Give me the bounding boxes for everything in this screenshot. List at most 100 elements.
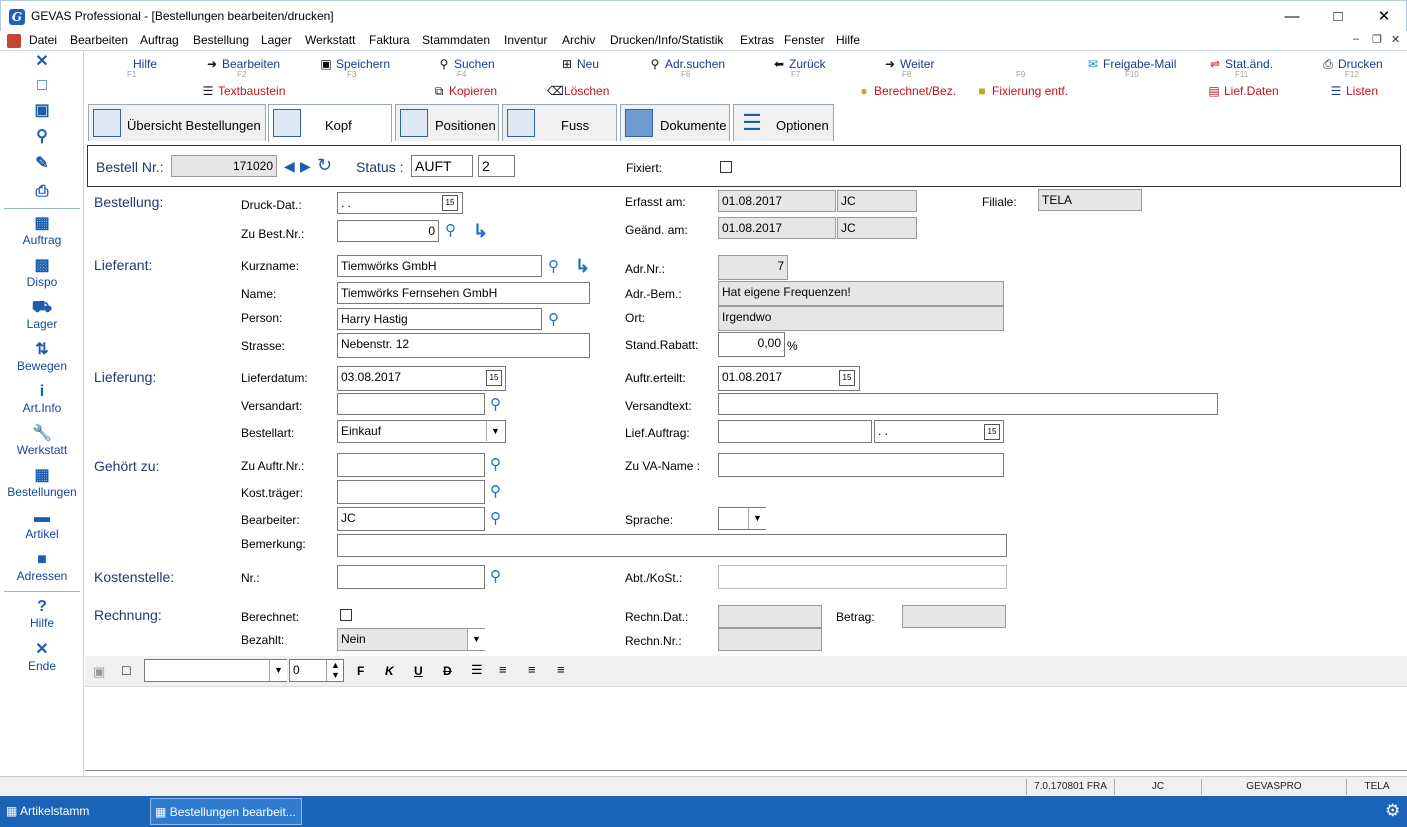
toolbar-loeschen[interactable]: ⌫Löschen xyxy=(547,84,609,98)
toolbar-listen[interactable]: ☰ Listen xyxy=(1329,84,1378,98)
menu-stammdaten[interactable]: Stammdaten xyxy=(422,33,490,47)
toolbar-adr-suchen[interactable]: ⚲ Adr.suchen xyxy=(648,57,725,71)
toolbar-berechnet-bez[interactable]: ● Berechnet/Bez. xyxy=(857,84,956,98)
fixiert-checkbox[interactable] xyxy=(720,161,732,173)
strasse-field[interactable]: Nebenstr. 12 xyxy=(337,333,590,358)
search-icon[interactable]: ⚲ xyxy=(490,456,508,474)
italic-button[interactable]: K xyxy=(385,664,394,678)
search-icon[interactable]: ⚲ xyxy=(548,258,566,276)
toolbar-bearbeiten[interactable]: ➜ Bearbeiten xyxy=(205,57,280,71)
toolbar-hilfe[interactable]: Hilfe xyxy=(133,57,157,71)
close-button[interactable]: ✕ xyxy=(1361,1,1407,32)
tab-kopf[interactable]: Kopf xyxy=(268,104,392,142)
zu-va-name-field[interactable] xyxy=(718,453,1004,477)
mdi-close-icon[interactable]: ✕ xyxy=(1391,33,1400,46)
stand-rabatt-field[interactable]: 0,00 xyxy=(718,332,785,357)
menu-faktura[interactable]: Faktura xyxy=(369,33,410,47)
underline-button[interactable]: U xyxy=(414,664,423,678)
search-icon[interactable]: ⚲ xyxy=(490,483,508,501)
tab-dokumente[interactable]: Dokumente xyxy=(620,104,730,141)
toolbar-neu[interactable]: ⊞ Neu xyxy=(560,57,599,71)
sidebar-item-werkstatt[interactable]: 🔧 Werkstatt xyxy=(0,425,84,457)
mdi-restore-icon[interactable]: ❐ xyxy=(1372,33,1382,46)
menu-bestellung[interactable]: Bestellung xyxy=(193,33,249,47)
toolbar-stat-aend[interactable]: ⇌ Stat.änd. xyxy=(1208,57,1273,71)
lief-auftrag-field[interactable] xyxy=(718,420,872,443)
tab-uebersicht[interactable]: Übersicht Bestellungen xyxy=(88,104,266,141)
toolbar-fixierung-entf[interactable]: ■ Fixierung entf. xyxy=(975,84,1068,98)
search-icon[interactable]: ⚲ xyxy=(490,396,508,414)
bezahlt-select[interactable]: Nein xyxy=(337,628,485,651)
lieferdatum-field[interactable]: 03.08.2017 xyxy=(337,366,506,391)
sidebar-item-bestellungen[interactable]: ▦ Bestellungen xyxy=(0,467,84,499)
zu-auftr-nr-field[interactable] xyxy=(337,453,485,477)
mdi-minimize-icon[interactable]: – xyxy=(1353,33,1359,45)
menu-datei[interactable]: Datei xyxy=(29,33,57,47)
abt-kost-field[interactable] xyxy=(718,565,1007,589)
versandtext-field[interactable] xyxy=(718,393,1218,415)
maximize-button[interactable]: □ xyxy=(1315,1,1361,32)
chevron-down-icon[interactable]: ▼ xyxy=(467,629,485,650)
tab-fuss[interactable]: Fuss xyxy=(502,104,617,141)
sidebar-item-artinfo[interactable]: i Art.Info xyxy=(0,383,84,415)
sidebar-edit[interactable]: ✎ xyxy=(0,155,84,173)
sidebar-item-dispo[interactable]: ▩ Dispo xyxy=(0,257,84,289)
align-center-icon[interactable]: ≡ xyxy=(528,662,536,677)
menu-hilfe[interactable]: Hilfe xyxy=(836,33,860,47)
goto-arrow-icon[interactable]: ↳ xyxy=(473,221,488,242)
versandart-field[interactable] xyxy=(337,393,485,415)
strikethrough-button[interactable]: D xyxy=(443,664,452,678)
search-icon[interactable]: ⚲ xyxy=(490,568,508,586)
next-arrow-icon[interactable]: ▶ xyxy=(300,158,311,175)
calendar-icon[interactable]: 15 xyxy=(984,424,1000,440)
save-icon[interactable]: ▣ xyxy=(93,664,105,680)
search-icon[interactable]: ⚲ xyxy=(490,510,508,528)
kost-traeger-field[interactable] xyxy=(337,480,485,504)
toolbar-kopieren[interactable]: ⧉ Kopieren xyxy=(432,84,497,99)
refresh-icon[interactable]: ↻ xyxy=(317,155,332,176)
menu-inventur[interactable]: Inventur xyxy=(504,33,547,47)
sidebar-item-bewegen[interactable]: ⇅ Bewegen xyxy=(0,341,84,373)
menu-archiv[interactable]: Archiv xyxy=(562,33,595,47)
bestellart-select[interactable]: Einkauf xyxy=(337,420,506,443)
berechnet-checkbox[interactable] xyxy=(340,609,352,621)
new-document-icon[interactable]: □ xyxy=(122,662,130,678)
editor-area[interactable] xyxy=(85,686,1407,770)
sidebar-close[interactable]: ✕ xyxy=(0,53,84,71)
sidebar-new[interactable]: □ xyxy=(0,77,84,95)
kostenstelle-nr-field[interactable] xyxy=(337,565,485,589)
toolbar-speichern[interactable]: ▣ Speichern xyxy=(319,57,390,71)
toolbar-lief-daten[interactable]: ▤ Lief.Daten xyxy=(1207,84,1278,98)
bearbeiter-field[interactable]: JC xyxy=(337,507,485,531)
task-artikelstamm[interactable]: ▦ Artikelstamm xyxy=(2,798,142,825)
sidebar-item-adressen[interactable]: ■ Adressen xyxy=(0,551,84,583)
search-icon[interactable]: ⚲ xyxy=(445,222,463,240)
name-field[interactable]: Tiemwörks Fernsehen GmbH xyxy=(337,282,590,304)
calendar-icon[interactable]: 15 xyxy=(839,370,855,386)
sidebar-item-ende[interactable]: ✕ Ende xyxy=(0,641,84,673)
sidebar-item-auftrag[interactable]: ▦ Auftrag xyxy=(0,215,84,247)
chevron-down-icon[interactable]: ▼ xyxy=(748,508,766,529)
sidebar-search[interactable]: ⚲ xyxy=(0,128,84,146)
tab-optionen[interactable]: ☰ Optionen xyxy=(733,104,834,141)
toolbar-freigabe-mail[interactable]: ✉ Freigabe-Mail xyxy=(1086,57,1176,71)
menu-fenster[interactable]: Fenster xyxy=(784,33,825,47)
menu-extras[interactable]: Extras xyxy=(740,33,774,47)
goto-arrow-icon[interactable]: ↳ xyxy=(575,256,590,277)
menu-auftrag[interactable]: Auftrag xyxy=(140,33,179,47)
menu-werkstatt[interactable]: Werkstatt xyxy=(305,33,355,47)
font-select[interactable] xyxy=(144,659,287,682)
zu-best-nr-field[interactable]: 0 xyxy=(337,220,439,242)
sidebar-save[interactable]: ▣ xyxy=(0,102,84,120)
person-field[interactable]: Harry Hastig xyxy=(337,308,542,330)
kurzname-field[interactable]: Tiemwörks GmbH xyxy=(337,255,542,277)
align-right-icon[interactable]: ≡ xyxy=(557,662,565,677)
stepper-arrows-icon[interactable]: ▲ ▼ xyxy=(326,660,344,681)
minimize-button[interactable]: — xyxy=(1269,1,1315,32)
toolbar-weiter[interactable]: ➜ Weiter xyxy=(883,57,934,71)
chevron-down-icon[interactable]: ▼ xyxy=(269,660,287,681)
gear-icon[interactable]: ⚙ xyxy=(1385,801,1400,821)
status-field[interactable]: AUFT xyxy=(411,155,473,177)
task-bestellungen[interactable]: ▦ Bestellungen bearbeit... xyxy=(150,798,302,825)
menu-bearbeiten[interactable]: Bearbeiten xyxy=(70,33,128,47)
